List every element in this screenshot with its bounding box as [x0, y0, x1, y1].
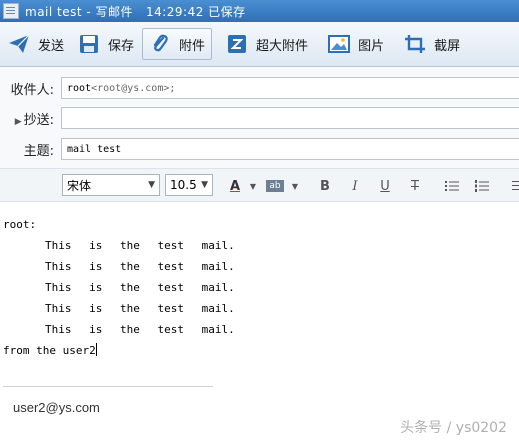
- cc-field[interactable]: [61, 107, 519, 129]
- closing-line-wrap: from the user2: [3, 340, 513, 361]
- image-icon: [328, 34, 351, 54]
- font-size-value: 10.5: [170, 178, 197, 192]
- to-field[interactable]: root <root@ys.com>;: [61, 77, 519, 99]
- save-button[interactable]: 保存: [72, 28, 140, 60]
- to-label: 收件人:: [10, 82, 54, 98]
- image-button[interactable]: 图片: [322, 28, 390, 60]
- send-button[interactable]: 发送: [2, 28, 70, 60]
- align-icon[interactable]: [510, 177, 519, 195]
- attachment-button[interactable]: 附件: [142, 28, 213, 60]
- underline-button[interactable]: U: [378, 177, 392, 195]
- body-line: This is the test mail.: [45, 323, 235, 336]
- chevron-down-icon: ▼: [201, 180, 208, 190]
- screenshot-button[interactable]: 截屏: [398, 28, 466, 60]
- watermark: 头条号 / ys0202: [400, 420, 507, 436]
- document-icon: [3, 3, 19, 19]
- send-label: 发送: [38, 38, 65, 54]
- subject-row: 主题: mail test: [0, 138, 519, 160]
- large-attachment-button[interactable]: 超大附件: [220, 28, 314, 60]
- screenshot-icon: [404, 34, 426, 54]
- attachment-icon: [149, 34, 171, 54]
- subject-field[interactable]: mail test: [61, 138, 519, 160]
- send-icon: [8, 34, 30, 54]
- body-line: This is the test mail.: [45, 302, 235, 315]
- font-color-dropdown-icon[interactable]: ▼: [248, 177, 258, 195]
- strikethrough-button[interactable]: T: [408, 177, 422, 195]
- cc-row: ▶ 抄送:: [0, 107, 519, 129]
- format-toolbar: 宋体 ▼ 10.5 ▼ A ▼ ab ▼ B I U T: [0, 168, 519, 202]
- body-line: This is the test mail.: [45, 239, 235, 252]
- save-label: 保存: [108, 38, 135, 54]
- highlight-dropdown-icon[interactable]: ▼: [290, 177, 300, 195]
- to-recipient-name: root: [67, 82, 92, 94]
- image-label: 图片: [358, 38, 385, 54]
- cc-toggle[interactable]: ▶ 抄送:: [0, 109, 58, 128]
- bullet-list-icon[interactable]: [444, 177, 460, 195]
- large-attachment-label: 超大附件: [256, 38, 309, 54]
- cc-label: 抄送:: [23, 112, 54, 128]
- attachment-label: 附件: [179, 38, 206, 54]
- title-bar: mail test - 写邮件 14:29:42 已保存: [0, 0, 519, 22]
- closing-line: from the user2: [3, 344, 96, 357]
- to-recipient-address: <root@ys.com>;: [91, 82, 176, 94]
- mail-body[interactable]: root: This is the test mail. This is the…: [3, 214, 513, 361]
- body-line: This is the test mail.: [45, 260, 235, 273]
- highlight-button[interactable]: ab: [266, 180, 284, 192]
- font-color-button[interactable]: A: [228, 177, 242, 195]
- expand-triangle-icon: ▶: [14, 116, 22, 127]
- numbered-list-icon[interactable]: [474, 177, 490, 195]
- main-toolbar: 发送 保存 附件 超大附件 图片 截屏: [0, 22, 519, 67]
- large-attachment-icon: [226, 34, 248, 54]
- font-family-value: 宋体: [67, 178, 92, 193]
- screenshot-label: 截屏: [434, 38, 461, 54]
- font-size-select[interactable]: 10.5 ▼: [165, 174, 213, 196]
- italic-button[interactable]: I: [348, 177, 362, 195]
- to-row: 收件人: root <root@ys.com>;: [0, 77, 519, 99]
- signature-divider: [3, 386, 213, 387]
- chevron-down-icon: ▼: [148, 180, 155, 190]
- body-line: This is the test mail.: [45, 281, 235, 294]
- subject-label: 主题:: [23, 143, 54, 159]
- text-cursor: [95, 343, 97, 356]
- greeting-line: root:: [3, 218, 37, 231]
- signature: user2@ys.com: [13, 400, 100, 415]
- save-icon: [78, 34, 100, 54]
- window-title: mail test - 写邮件 14:29:42 已保存: [25, 4, 246, 19]
- font-family-select[interactable]: 宋体 ▼: [62, 174, 160, 196]
- bold-button[interactable]: B: [318, 177, 332, 195]
